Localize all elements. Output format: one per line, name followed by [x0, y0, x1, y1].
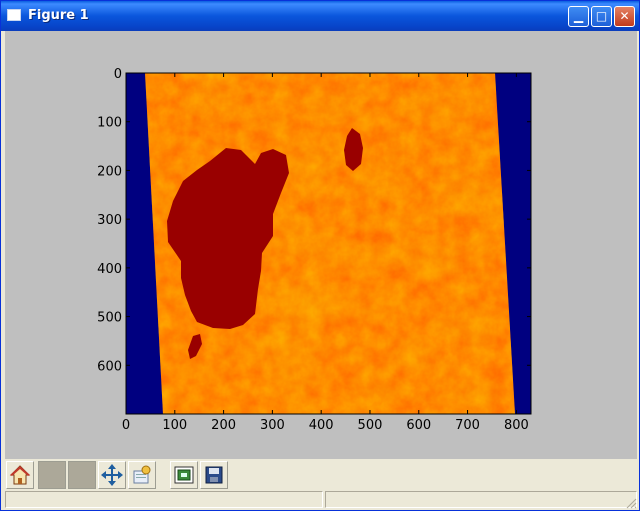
zoom-button[interactable]: [128, 461, 156, 489]
home-icon: [9, 465, 31, 485]
status-bar: [5, 491, 637, 509]
status-coordinates: [325, 491, 637, 508]
x-tick-label: 0: [122, 418, 130, 433]
y-tick-label: 200: [97, 164, 122, 179]
minimize-button[interactable]: ▁: [568, 6, 589, 27]
save-button[interactable]: [200, 461, 228, 489]
y-tick-label: 400: [97, 262, 122, 277]
status-message: [5, 491, 323, 508]
resize-grip-icon[interactable]: [625, 497, 637, 509]
maximize-button[interactable]: □: [591, 6, 612, 27]
home-button[interactable]: [6, 461, 34, 489]
figure-window: Figure 1 ▁ □ ✕ 0 100 200 300 400 500 600…: [0, 0, 640, 511]
configure-subplots-button[interactable]: [170, 461, 198, 489]
y-tick-label: 100: [97, 116, 122, 131]
x-tick-label: 100: [162, 418, 187, 433]
window-title: Figure 1: [28, 8, 89, 23]
pan-icon: [101, 464, 123, 486]
y-tick-label: 600: [97, 359, 122, 374]
x-tick-label: 200: [211, 418, 236, 433]
x-tick-label: 600: [406, 418, 431, 433]
pan-button[interactable]: [98, 461, 126, 489]
save-icon: [205, 466, 223, 484]
navigation-toolbar: [5, 459, 637, 491]
x-tick-label: 800: [504, 418, 529, 433]
subplots-icon: [174, 466, 194, 484]
y-tick-label: 300: [97, 213, 122, 228]
back-button[interactable]: [38, 461, 66, 489]
y-tick-label: 0: [114, 67, 122, 82]
zoom-icon: [133, 465, 151, 484]
plot-area[interactable]: 0 100 200 300 400 500 600 700 800 0 100 200 300 400 5…: [5, 31, 637, 459]
title-bar[interactable]: Figure 1 ▁ □ ✕: [1, 1, 639, 31]
x-tick-label: 700: [455, 418, 480, 433]
figure-canvas[interactable]: 0 100 200 300 400 500 600 700 800 0 100 200 300 400 5…: [5, 31, 637, 459]
x-tick-label: 500: [358, 418, 383, 433]
forward-button[interactable]: [68, 461, 96, 489]
close-button[interactable]: ✕: [614, 6, 635, 27]
y-tick-label: 500: [97, 311, 122, 326]
x-tick-label: 300: [260, 418, 285, 433]
x-tick-label: 400: [309, 418, 334, 433]
window-icon: [7, 9, 21, 21]
